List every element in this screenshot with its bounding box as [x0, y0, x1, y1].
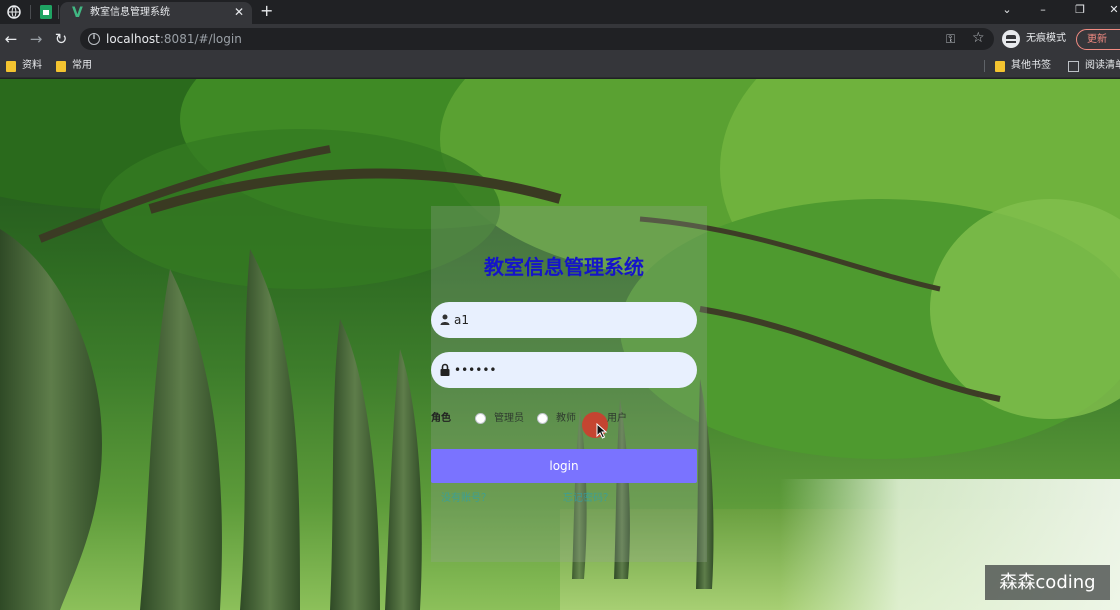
role-label: 角色 [431, 413, 451, 424]
system-title: 教室信息管理系统 [484, 255, 644, 279]
site-info-icon[interactable] [88, 32, 100, 45]
tab-search-icon[interactable]: ⌄ [999, 2, 1015, 18]
username-value: a1 [454, 313, 469, 327]
tab-separator [58, 5, 59, 19]
bookmark-folder-common[interactable]: 常用 [56, 59, 92, 73]
watermark: 森森coding [985, 565, 1110, 600]
password-input[interactable]: •••••• [431, 352, 697, 388]
user-icon [440, 314, 450, 325]
username-input[interactable]: a1 [431, 302, 697, 338]
tab-title: 教室信息管理系统 [90, 7, 170, 18]
close-window-icon[interactable]: ✕ [1106, 2, 1120, 18]
restore-icon[interactable]: ❐ [1072, 2, 1088, 18]
tab-separator [30, 5, 31, 19]
login-page: 教室信息管理系统 a1 •••••• 角色 管理员 教师 用户 login 没有… [0, 79, 1120, 610]
tab-active[interactable]: V 教室信息管理系统 ✕ [60, 2, 252, 24]
role-radio-teacher[interactable] [537, 413, 548, 424]
key-icon[interactable]: ⚿ [946, 31, 955, 47]
forward-arrow-icon[interactable]: → [26, 29, 46, 49]
incognito-label: 无痕模式 [1026, 33, 1066, 44]
browser-toolbar: ← → ↻ localhost:8081/#/login ⚿ ☆ [0, 24, 1120, 54]
login-card: 教室信息管理系统 a1 •••••• 角色 管理员 教师 用户 login 没有… [431, 206, 707, 562]
role-label-teacher: 教师 [556, 413, 576, 424]
forgot-password-link[interactable]: 忘记密码？ [563, 492, 613, 506]
password-value: •••••• [454, 363, 497, 377]
role-label-admin: 管理员 [494, 413, 524, 424]
update-button[interactable]: 更新 [1076, 29, 1120, 50]
globe-icon[interactable] [6, 4, 22, 20]
minimize-icon[interactable]: – [1035, 2, 1051, 18]
new-tab-icon[interactable]: + [260, 2, 273, 20]
role-label-user: 用户 [607, 413, 627, 424]
bookmark-folder-resources[interactable]: 资料 [6, 59, 42, 73]
lock-icon [440, 363, 450, 376]
browser-tab-strip: V 教室信息管理系统 ✕ + ⌄ – ❐ ✕ [0, 0, 1120, 24]
role-selector: 角色 管理员 教师 用户 [431, 410, 697, 428]
url-text: localhost:8081/#/login [106, 32, 242, 46]
bookmark-folder-other[interactable]: 其他书签 [995, 59, 1051, 73]
login-button[interactable]: login [431, 449, 697, 483]
vue-logo-icon: V [72, 5, 83, 21]
folder-icon [6, 60, 16, 72]
bookmarks-separator [984, 60, 985, 72]
reading-list-button[interactable]: 阅读清单 [1068, 59, 1120, 73]
bookmark-star-icon[interactable]: ☆ [972, 30, 985, 46]
back-arrow-icon[interactable]: ← [1, 29, 21, 49]
role-radio-admin[interactable] [475, 413, 486, 424]
close-tab-icon[interactable]: ✕ [234, 4, 244, 20]
reading-list-icon [1068, 60, 1079, 72]
address-bar[interactable]: localhost:8081/#/login ⚿ ☆ [80, 28, 994, 50]
folder-icon [56, 60, 66, 72]
register-link[interactable]: 没有账号？ [441, 492, 491, 506]
bookmarks-bar: 资料 常用 其他书签 阅读清单 [0, 54, 1120, 78]
reload-icon[interactable]: ↻ [51, 29, 71, 49]
sheet-app-icon[interactable] [38, 4, 54, 20]
folder-icon [995, 60, 1005, 72]
mouse-cursor-icon [596, 423, 608, 439]
incognito-icon [1002, 30, 1020, 48]
